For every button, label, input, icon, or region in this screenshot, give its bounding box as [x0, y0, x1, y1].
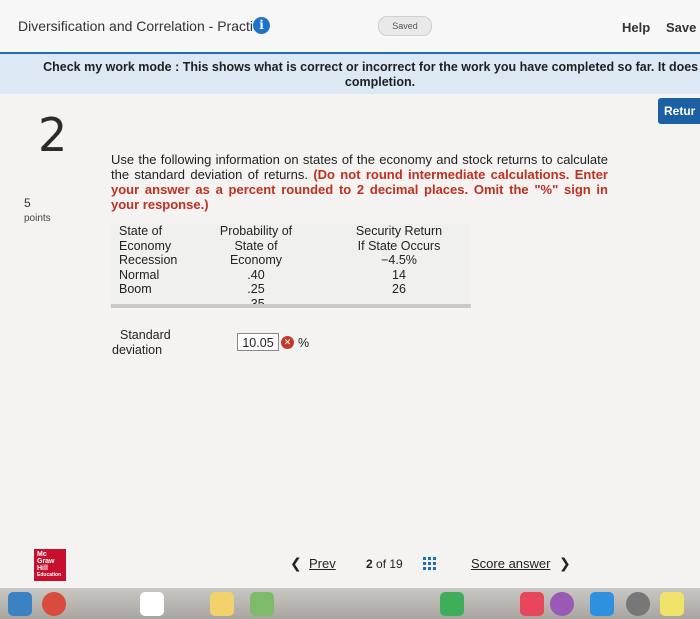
os-dock [0, 588, 700, 619]
table-header: Economy [119, 238, 172, 253]
notes-icon[interactable] [210, 592, 234, 616]
return-button[interactable]: Retur [658, 98, 700, 124]
answer-label-line2: deviation [112, 343, 163, 357]
check-work-banner: Check my work mode : This shows what is … [0, 52, 700, 94]
table-col-probability: Probability of State of Economy .40 .25 … [207, 224, 305, 311]
table-col-state: State of Economy Recession Normal Boom [119, 224, 177, 297]
page-indicator: 2 of 19 [366, 557, 403, 571]
incorrect-x-icon: ✕ [281, 336, 294, 349]
answer-label-line1: Standard [120, 328, 171, 342]
calendar-icon[interactable] [140, 592, 164, 616]
page-current: 2 [366, 557, 373, 571]
table-cell: Normal [119, 267, 160, 282]
table-cell: −4.5% [381, 253, 417, 267]
page-total: of 19 [376, 557, 403, 571]
points-label: points [24, 213, 51, 224]
answer-input[interactable]: 10.05 [237, 333, 279, 351]
chevron-right-icon[interactable]: ❯ [559, 555, 571, 572]
assignment-title: Diversification and Correlation - Practi… [18, 18, 268, 34]
table-header: If State Occurs [357, 238, 441, 253]
save-exit-link[interactable]: Save & [666, 20, 700, 35]
table-cell: .40 [247, 267, 265, 282]
top-bar: Diversification and Correlation - Practi… [0, 0, 700, 53]
table-header: State of Economy [229, 238, 283, 268]
percent-unit: % [298, 336, 310, 350]
table-header: Security Return [355, 224, 443, 238]
table-header: Probability of [219, 224, 293, 238]
answer-label: Standard deviation [112, 328, 171, 358]
table-header: State of [119, 224, 163, 238]
table-cell: 14 [392, 267, 406, 282]
podcasts-icon[interactable] [550, 592, 574, 616]
table-cell: Recession [119, 253, 178, 267]
table-cell: 26 [392, 282, 406, 296]
finder-icon[interactable] [8, 592, 32, 616]
chrome-icon[interactable] [42, 592, 66, 616]
saved-status-badge: Saved [378, 16, 432, 36]
table-cell: .25 [247, 282, 265, 296]
help-link[interactable]: Help [622, 20, 650, 35]
mcgraw-hill-logo: Mc Graw Hill Education [34, 549, 66, 581]
info-icon[interactable]: i [253, 17, 270, 34]
points-value: 5 [24, 196, 31, 210]
question-text: Use the following information on states … [111, 152, 608, 212]
score-answer-button[interactable]: Score answer [471, 556, 550, 571]
table-col-return: Security Return If State Occurs −4.5% 14… [349, 224, 449, 297]
music-icon[interactable] [520, 592, 544, 616]
stickies-icon[interactable] [660, 592, 684, 616]
photos-icon[interactable] [250, 592, 274, 616]
economy-data-table: State of Economy Recession Normal Boom P… [111, 224, 471, 311]
settings-icon[interactable] [626, 592, 650, 616]
table-divider [111, 304, 471, 308]
prev-button[interactable]: Prev [309, 556, 336, 571]
banner-text: Check my work mode : This shows what is … [43, 60, 700, 89]
table-cell: Boom [119, 282, 152, 296]
chevron-left-icon[interactable]: ❮ [290, 555, 302, 572]
facetime-icon[interactable] [440, 592, 464, 616]
appstore-icon[interactable] [590, 592, 614, 616]
grid-icon[interactable] [423, 557, 437, 571]
question-number: 2 [38, 108, 68, 162]
